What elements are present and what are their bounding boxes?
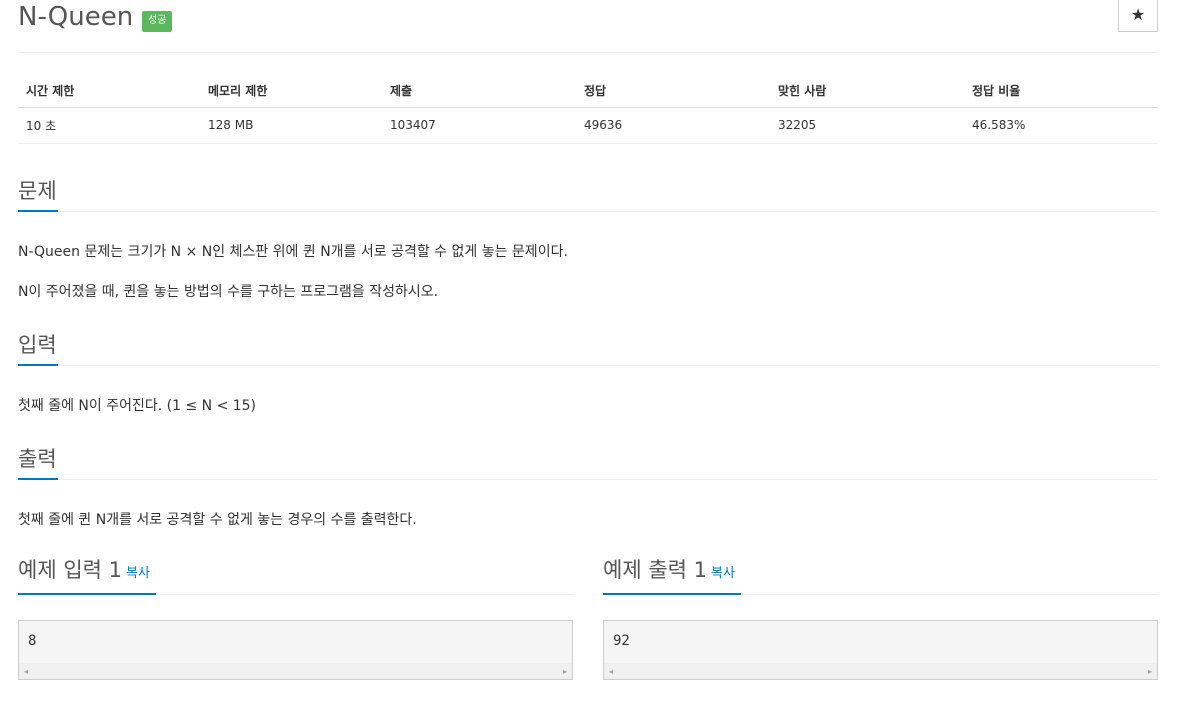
scroll-right-icon[interactable]: ▸ bbox=[1148, 667, 1152, 676]
value-solved-users: 32205 bbox=[770, 107, 964, 144]
section-title: 문제 bbox=[18, 179, 57, 203]
sample-input-heading: 예제 입력 1 복사 bbox=[18, 558, 573, 595]
header-submissions: 제출 bbox=[382, 74, 576, 108]
heading-underline bbox=[603, 593, 741, 595]
section-output-heading: 출력 bbox=[18, 444, 1158, 480]
sample-input-content: 8 bbox=[28, 633, 37, 649]
copy-sample-output-link[interactable]: 복사 bbox=[711, 566, 735, 581]
value-submissions: 103407 bbox=[382, 107, 576, 144]
star-icon: ★ bbox=[1130, 5, 1146, 24]
sample-input-title: 예제 입력 1 bbox=[18, 558, 122, 582]
sample-output-heading: 예제 출력 1 복사 bbox=[603, 558, 1158, 595]
heading-underline bbox=[18, 478, 58, 480]
value-accept-ratio: 46.583% bbox=[964, 107, 1158, 144]
sample-output-title: 예제 출력 1 bbox=[603, 558, 707, 582]
header-memory-limit: 메모리 제한 bbox=[200, 74, 382, 108]
horizontal-scrollbar[interactable]: ◂ ▸ bbox=[19, 663, 572, 679]
section-problem-heading: 문제 bbox=[18, 176, 1158, 212]
star-button[interactable]: ★ bbox=[1118, 0, 1158, 32]
heading-underline bbox=[18, 364, 58, 366]
scroll-left-icon[interactable]: ◂ bbox=[24, 667, 28, 676]
section-input-heading: 입력 bbox=[18, 330, 1158, 366]
output-description: 첫째 줄에 퀸 N개를 서로 공격할 수 없게 놓는 경우의 수를 출력한다. bbox=[18, 512, 417, 528]
sample-input-box[interactable]: 8 ◂ ▸ bbox=[18, 620, 573, 680]
title-row: N-Queen 성공 ★ bbox=[18, 0, 1158, 53]
problem-info-table: 시간 제한 메모리 제한 제출 정답 맞힌 사람 정답 비율 10 초 128 … bbox=[18, 74, 1158, 144]
sample-output-content: 92 bbox=[613, 633, 630, 649]
sample-output-box[interactable]: 92 ◂ ▸ bbox=[603, 620, 1158, 680]
value-accepted: 49636 bbox=[576, 107, 770, 144]
scroll-left-icon[interactable]: ◂ bbox=[609, 667, 613, 676]
header-time-limit: 시간 제한 bbox=[18, 74, 200, 108]
section-title: 출력 bbox=[18, 447, 57, 471]
problem-description-2: N이 주어졌을 때, 퀸을 놓는 방법의 수를 구하는 프로그램을 작성하시오. bbox=[18, 284, 439, 300]
value-time-limit: 10 초 bbox=[18, 107, 200, 144]
header-accepted: 정답 bbox=[576, 74, 770, 108]
section-title: 입력 bbox=[18, 333, 57, 357]
table-header-row: 시간 제한 메모리 제한 제출 정답 맞힌 사람 정답 비율 bbox=[18, 74, 1158, 108]
header-accept-ratio: 정답 비율 bbox=[964, 74, 1158, 108]
heading-underline bbox=[18, 593, 156, 595]
table-row: 10 초 128 MB 103407 49636 32205 46.583% bbox=[18, 107, 1158, 144]
horizontal-scrollbar[interactable]: ◂ ▸ bbox=[604, 663, 1157, 679]
input-description: 첫째 줄에 N이 주어진다. (1 ≤ N < 15) bbox=[18, 398, 257, 414]
value-memory-limit: 128 MB bbox=[200, 107, 382, 144]
copy-sample-input-link[interactable]: 복사 bbox=[126, 566, 150, 581]
header-solved-users: 맞힌 사람 bbox=[770, 74, 964, 108]
problem-description-1: N-Queen 문제는 크기가 N × N인 체스판 위에 퀸 N개를 서로 공… bbox=[18, 244, 568, 260]
status-badge: 성공 bbox=[142, 11, 173, 32]
heading-underline bbox=[18, 210, 58, 212]
page-title: N-Queen bbox=[18, 2, 134, 32]
scroll-right-icon[interactable]: ▸ bbox=[563, 667, 567, 676]
